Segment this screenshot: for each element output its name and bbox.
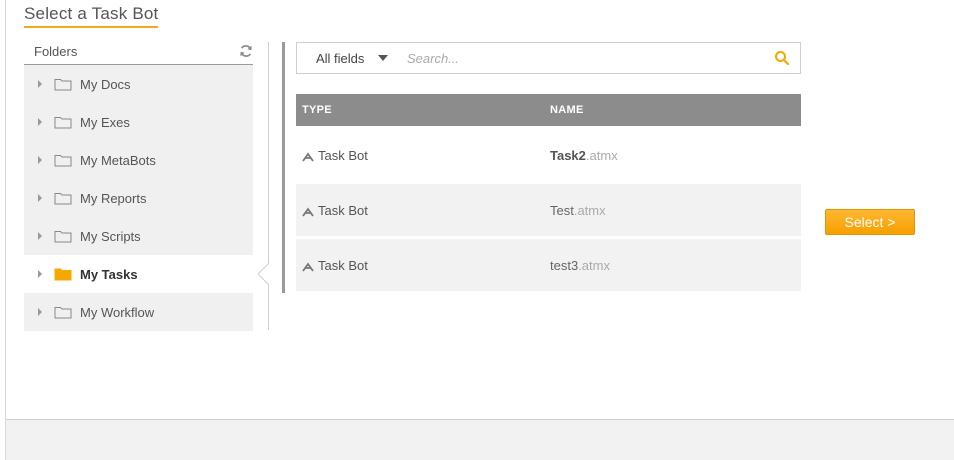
folder-list: My Docs My Exes My MetaBots My Reports M… [24, 65, 253, 331]
type-label: Task Bot [318, 147, 368, 163]
folder-label: My Exes [80, 114, 130, 130]
file-extension: .atmx [573, 202, 606, 218]
folder-label: My Reports [80, 190, 147, 206]
type-cell: Task Bot [296, 203, 550, 218]
file-name: test3 [550, 257, 579, 273]
folder-icon [54, 191, 72, 205]
folder-label: My Scripts [80, 228, 141, 244]
chevron-down-icon[interactable] [378, 55, 389, 61]
name-cell: test3.atmx [550, 258, 801, 273]
file-name: Task2 [550, 147, 586, 163]
folder-label: My Workflow [80, 304, 155, 320]
file-extension: .atmx [578, 257, 610, 273]
folder-icon [54, 229, 72, 243]
bots-table: TYPE NAME Task Bot Task2.atmx Task Bot T… [296, 94, 801, 291]
table-row[interactable]: Task Bot Task2.atmx [296, 126, 801, 184]
caret-right-icon[interactable] [38, 270, 42, 278]
folders-header: Folders [24, 38, 253, 65]
bot-grid-panel: All fields TYPE NAME Task Bot Task2.atmx [282, 42, 801, 293]
caret-right-icon[interactable] [38, 118, 42, 126]
page-title: Select a Task Bot [24, 4, 159, 28]
folder-icon [54, 77, 72, 91]
folder-item-my-tasks[interactable]: My Tasks [24, 255, 253, 293]
column-header-name[interactable]: NAME [550, 104, 801, 116]
search-bar: All fields [296, 42, 801, 74]
search-input[interactable] [407, 50, 774, 66]
caret-right-icon[interactable] [38, 194, 42, 202]
field-select[interactable]: All fields [297, 51, 407, 66]
caret-right-icon[interactable] [38, 156, 42, 164]
bot-icon [302, 260, 314, 272]
selection-pointer [258, 263, 270, 285]
folder-item-my-scripts[interactable]: My Scripts [24, 217, 253, 255]
folder-label: My Docs [80, 76, 131, 92]
type-cell: Task Bot [296, 148, 550, 163]
dialog-footer [6, 419, 954, 460]
field-select-label: All fields [316, 50, 365, 66]
type-label: Task Bot [318, 202, 368, 218]
folder-icon [54, 115, 72, 129]
select-button[interactable]: Select > [825, 209, 915, 235]
table-row[interactable]: Task Bot Test.atmx [296, 184, 801, 236]
type-cell: Task Bot [296, 258, 550, 273]
name-cell: Test.atmx [550, 203, 801, 218]
folder-item-my-reports[interactable]: My Reports [24, 179, 253, 217]
folder-label: My MetaBots [80, 152, 156, 168]
caret-right-icon[interactable] [38, 80, 42, 88]
bot-icon [302, 150, 314, 162]
table-header: TYPE NAME [296, 94, 801, 126]
caret-right-icon[interactable] [38, 308, 42, 316]
folder-item-my-metabots[interactable]: My MetaBots [24, 141, 253, 179]
folders-header-label: Folders [34, 43, 78, 59]
folder-icon [54, 153, 72, 167]
file-extension: .atmx [585, 147, 618, 163]
folder-icon [54, 267, 72, 281]
folders-panel: Folders My Docs My Exes My MetaBots My R… [24, 38, 253, 331]
column-header-type[interactable]: TYPE [296, 104, 550, 116]
search-icon[interactable] [774, 50, 790, 66]
name-cell: Task2.atmx [550, 148, 801, 163]
file-name: Test [550, 202, 574, 218]
table-row[interactable]: Task Bot test3.atmx [296, 239, 801, 291]
folder-item-my-exes[interactable]: My Exes [24, 103, 253, 141]
bot-icon [302, 205, 314, 217]
folder-label: My Tasks [80, 266, 138, 282]
type-label: Task Bot [318, 257, 368, 273]
caret-right-icon[interactable] [38, 232, 42, 240]
folder-item-my-workflow[interactable]: My Workflow [24, 293, 253, 331]
panel-divider [268, 42, 269, 330]
folder-icon [54, 305, 72, 319]
folder-item-my-docs[interactable]: My Docs [24, 65, 253, 103]
refresh-icon[interactable] [239, 44, 253, 58]
